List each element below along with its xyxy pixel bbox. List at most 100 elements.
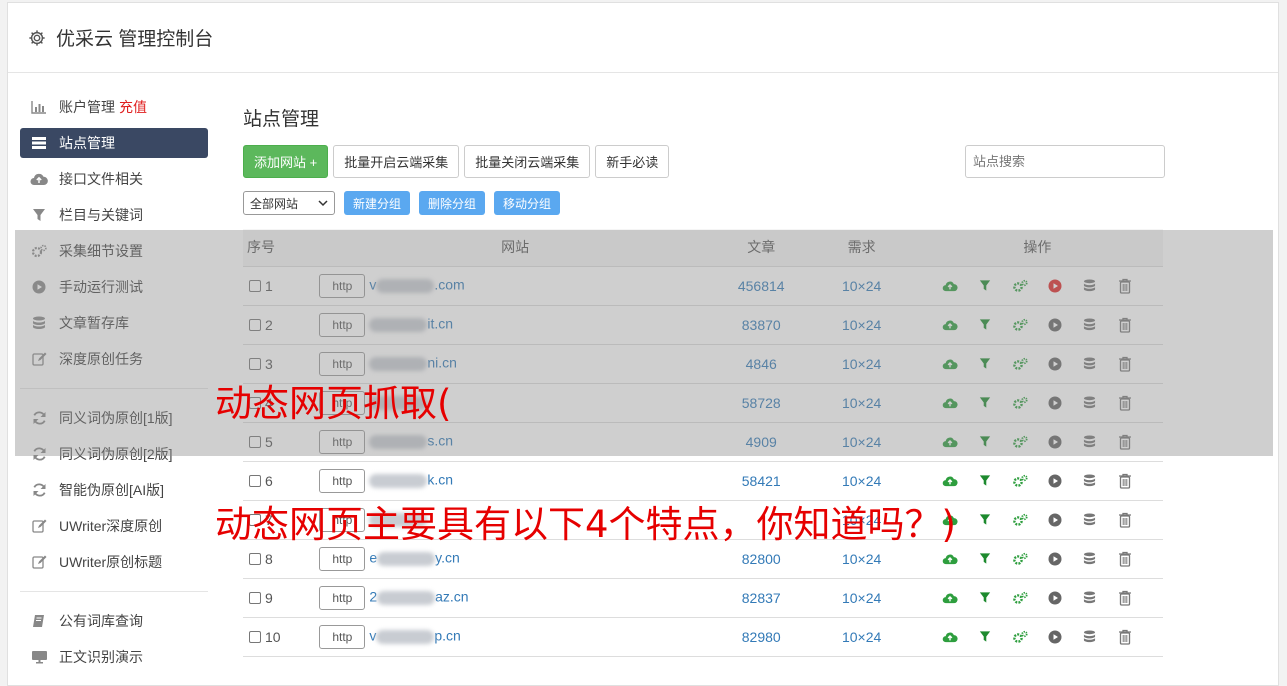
filter-icon[interactable]	[976, 511, 993, 528]
caption-overlay	[15, 230, 1273, 456]
ops-cell	[911, 578, 1163, 618]
gears-icon[interactable]	[1011, 511, 1028, 528]
gears-icon[interactable]	[1011, 628, 1028, 645]
delete-group-button[interactable]: 删除分组	[419, 191, 486, 215]
trash-icon[interactable]	[1116, 472, 1133, 489]
site-suffix[interactable]: k.cn	[427, 471, 453, 487]
cloud-upload-icon[interactable]	[941, 628, 958, 645]
gears-icon[interactable]	[1011, 589, 1028, 606]
sidebar-item[interactable]: 正文识别演示	[20, 642, 208, 672]
ops-cell	[911, 617, 1163, 657]
demand-cell[interactable]: 10×24	[811, 617, 912, 657]
sidebar-item-label: 智能伪原创[AI版]	[59, 482, 165, 498]
filter-icon[interactable]	[976, 550, 993, 567]
site-prefix[interactable]: 2	[369, 588, 377, 604]
filter-icon[interactable]	[976, 628, 993, 645]
sidebar-item[interactable]: 账户管理 充值	[20, 92, 208, 122]
play-icon[interactable]	[1046, 628, 1063, 645]
sidebar-item-label: 栏目与关键词	[59, 207, 143, 223]
sidebar-item-label: 接口文件相关	[59, 171, 143, 187]
http-badge[interactable]: http	[319, 546, 366, 571]
guide-button[interactable]: 新手必读	[595, 145, 670, 178]
add-site-button[interactable]: 添加网站 +	[243, 145, 329, 178]
redacted-domain	[376, 629, 435, 644]
chevron-down-icon	[318, 200, 328, 207]
trash-icon[interactable]	[1116, 511, 1133, 528]
sidebar-item-label: 账户管理	[59, 99, 115, 115]
site-suffix[interactable]: y.cn	[435, 549, 460, 565]
page-title: 站点管理	[243, 109, 320, 130]
row-checkbox[interactable]	[249, 630, 261, 643]
filter-icon[interactable]	[976, 472, 993, 489]
database-icon[interactable]	[1081, 511, 1098, 528]
app-title: 优采云 管理控制台	[56, 29, 214, 50]
edit-icon	[30, 554, 48, 570]
batch-close-button[interactable]: 批量关闭云端采集	[464, 145, 591, 178]
sidebar-item[interactable]: 栏目与关键词	[20, 200, 208, 230]
top-bar: 优采云 管理控制台	[8, 3, 1278, 73]
sidebar-item[interactable]: 站点管理	[20, 128, 208, 158]
site-search-input[interactable]	[965, 145, 1165, 178]
recharge-link[interactable]: 充值	[119, 97, 147, 117]
row-checkbox[interactable]	[249, 474, 261, 487]
site-suffix[interactable]: az.cn	[435, 588, 468, 604]
http-badge[interactable]: http	[319, 468, 366, 493]
row-number: 8	[265, 550, 273, 567]
sidebar-item[interactable]: UWriter深度原创	[20, 511, 208, 541]
new-group-button[interactable]: 新建分组	[344, 191, 411, 215]
group-select[interactable]: 全部网站	[243, 191, 335, 215]
articles-cell[interactable]: 82837	[711, 578, 812, 618]
server-list-icon	[30, 135, 48, 151]
articles-cell[interactable]: 82980	[711, 617, 812, 657]
database-icon[interactable]	[1081, 472, 1098, 489]
row-checkbox[interactable]	[249, 552, 261, 565]
redacted-domain	[377, 551, 436, 566]
batch-open-button[interactable]: 批量开启云端采集	[333, 145, 460, 178]
sidebar-item[interactable]: UWriter原创标题	[20, 547, 208, 577]
play-icon[interactable]	[1046, 550, 1063, 567]
play-icon[interactable]	[1046, 511, 1063, 528]
play-icon[interactable]	[1046, 589, 1063, 606]
redacted-domain	[377, 590, 436, 605]
cloud-upload-icon[interactable]	[941, 472, 958, 489]
toolbar: 添加网站 + 批量开启云端采集 批量关闭云端采集 新手必读	[243, 145, 1165, 178]
cloud-upload-icon[interactable]	[941, 550, 958, 567]
http-badge[interactable]: http	[319, 585, 366, 610]
site-cell: http 2 az.cn	[319, 578, 712, 618]
row-number: 9	[265, 589, 273, 606]
database-icon[interactable]	[1081, 589, 1098, 606]
group-select-value: 全部网站	[250, 196, 299, 211]
sidebar-item-label: 站点管理	[59, 135, 115, 151]
sidebar-item[interactable]: 公有词库查询	[20, 606, 208, 636]
play-icon[interactable]	[1046, 472, 1063, 489]
gear-icon	[29, 29, 45, 46]
trash-icon[interactable]	[1116, 628, 1133, 645]
database-icon[interactable]	[1081, 628, 1098, 645]
site-suffix[interactable]: p.cn	[434, 627, 460, 643]
trash-icon[interactable]	[1116, 550, 1133, 567]
demand-cell[interactable]: 10×24	[811, 578, 912, 618]
cloud-upload-icon	[30, 171, 48, 187]
trash-icon[interactable]	[1116, 589, 1133, 606]
cloud-upload-icon[interactable]	[941, 589, 958, 606]
refresh-icon	[30, 482, 48, 498]
filter-icon[interactable]	[976, 589, 993, 606]
row-number: 6	[265, 472, 273, 489]
sidebar-item[interactable]: 接口文件相关	[20, 164, 208, 194]
row-checkbox[interactable]	[249, 591, 261, 604]
table-row: 10 http v p.cn 82980 10×24	[243, 617, 1163, 657]
sidebar-item[interactable]: 智能伪原创[AI版]	[20, 475, 208, 505]
site-prefix[interactable]: v	[369, 627, 376, 643]
site-prefix[interactable]: e	[369, 549, 377, 565]
caption-line-2: 动态网页主要具有以下4个特点，你知道吗？)	[215, 503, 956, 546]
redacted-domain	[369, 473, 428, 488]
sidebar-item-label: UWriter深度原创	[59, 518, 163, 534]
database-icon[interactable]	[1081, 550, 1098, 567]
sidebar-item-label: UWriter原创标题	[59, 554, 163, 570]
gears-icon[interactable]	[1011, 550, 1028, 567]
gears-icon[interactable]	[1011, 472, 1028, 489]
http-badge[interactable]: http	[319, 624, 366, 649]
group-bar: 全部网站 新建分组 删除分组 移动分组	[243, 191, 1165, 215]
move-group-button[interactable]: 移动分组	[494, 191, 561, 215]
row-index-cell: 10	[243, 617, 320, 657]
